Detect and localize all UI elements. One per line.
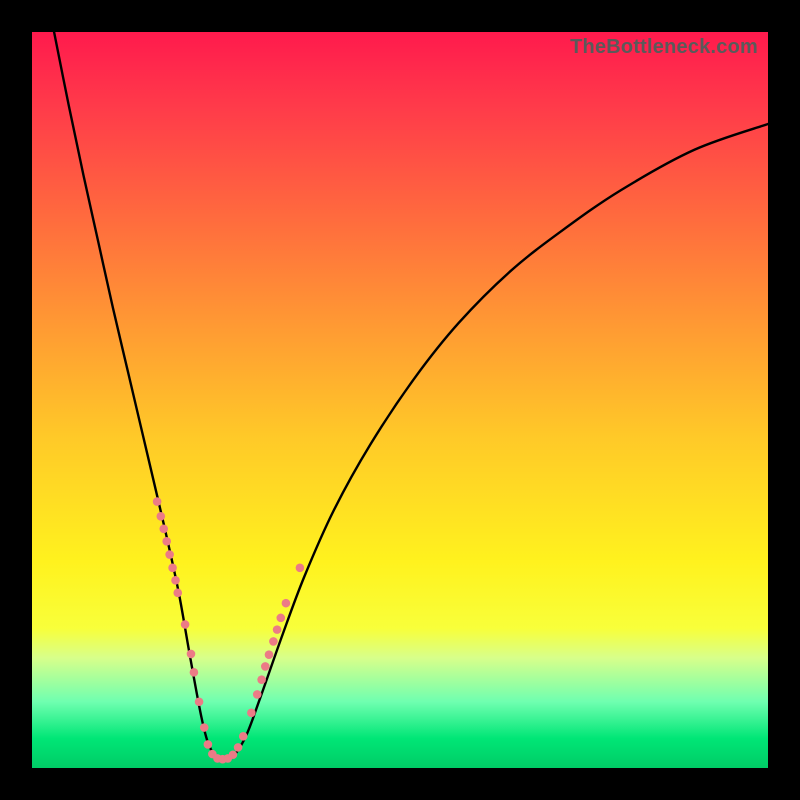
data-dot xyxy=(257,675,266,684)
data-dot xyxy=(200,723,209,732)
data-dot xyxy=(265,650,274,659)
data-dot xyxy=(190,668,199,677)
plot-area: TheBottleneck.com xyxy=(32,32,768,768)
data-dot xyxy=(162,537,171,546)
data-dot xyxy=(253,690,262,699)
data-dot xyxy=(153,497,162,506)
data-dot xyxy=(171,576,180,585)
data-dot xyxy=(168,564,177,573)
data-dot xyxy=(269,637,278,646)
data-dot xyxy=(229,750,238,759)
data-dot xyxy=(276,614,285,623)
data-dot xyxy=(187,650,196,659)
data-dot xyxy=(173,589,182,598)
data-dot xyxy=(247,709,256,718)
data-dots-group xyxy=(153,497,304,763)
data-dot xyxy=(195,697,204,706)
data-dot xyxy=(234,743,243,752)
data-dot xyxy=(157,512,166,521)
chart-svg xyxy=(32,32,768,768)
data-dot xyxy=(181,620,190,629)
data-dot xyxy=(282,599,291,608)
data-dot xyxy=(239,732,248,741)
data-dot xyxy=(261,662,270,671)
data-dot xyxy=(159,525,168,534)
chart-frame: TheBottleneck.com xyxy=(0,0,800,800)
bottleneck-curve xyxy=(54,32,768,761)
data-dot xyxy=(204,740,213,749)
data-dot xyxy=(165,550,174,559)
data-dot xyxy=(296,564,305,573)
data-dot xyxy=(273,625,282,634)
